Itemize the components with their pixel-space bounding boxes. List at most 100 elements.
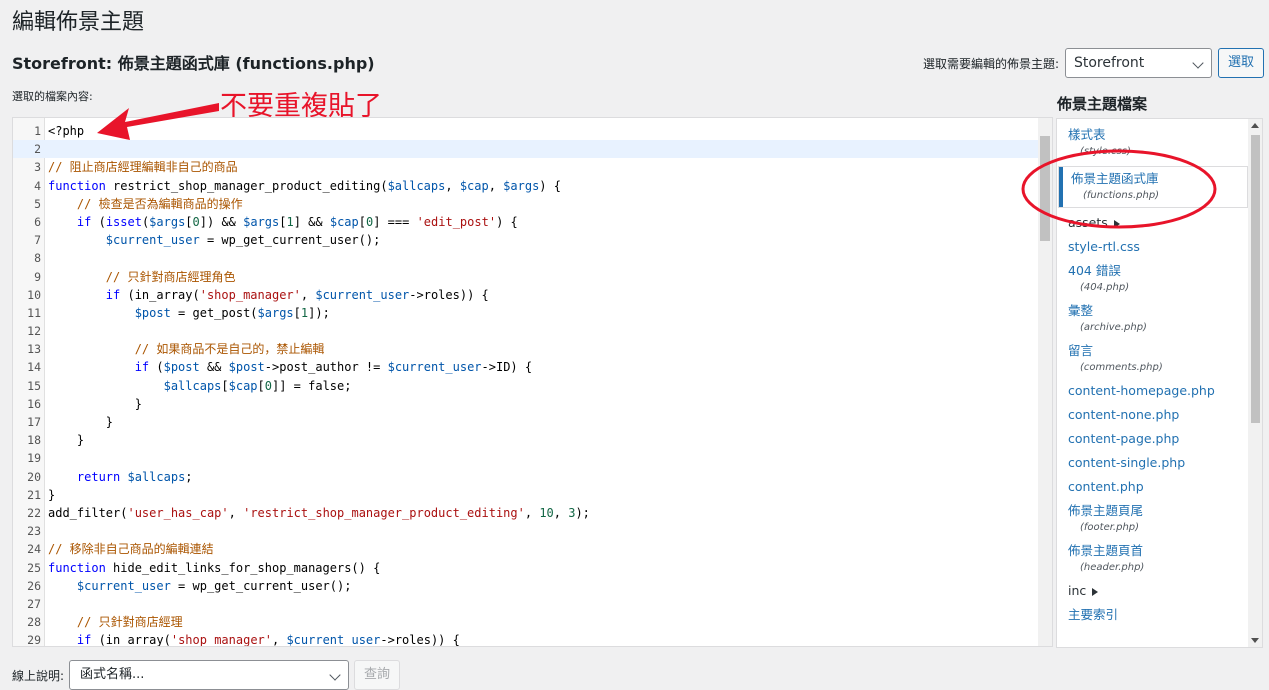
file-name: content-single.php <box>1068 455 1186 470</box>
chevron-down-icon <box>1192 57 1204 69</box>
code-line[interactable]: 13 // 如果商品不是自己的，禁止編輯 <box>13 340 1038 358</box>
line-number: 1 <box>34 124 41 138</box>
code-text: $post = get_post($args[1]); <box>134 305 330 320</box>
code-line[interactable]: 22 add_filter('user_has_cap', 'restrict_s… <box>13 504 1038 522</box>
line-number: 17 <box>27 415 41 429</box>
file-name: 樣式表 <box>1068 127 1106 142</box>
red-arrow-annotation <box>97 103 219 140</box>
code-line[interactable]: 14 if ($post && $post->post_author != $c… <box>13 358 1038 376</box>
line-number: 22 <box>27 505 41 520</box>
code-line[interactable]: 8 <box>13 249 1038 267</box>
file-list-scroll-thumb[interactable] <box>1251 135 1260 423</box>
file-filename: (footer.php) <box>1080 522 1140 533</box>
code-text: if ($post && $post->post_author != $curr… <box>134 360 533 375</box>
line-number: 20 <box>27 469 41 484</box>
file-item[interactable]: content-none.php <box>1057 403 1249 427</box>
code-line[interactable]: 3 // 阻止商店經理編輯非自己的商品 <box>13 158 1038 176</box>
file-item[interactable]: content-homepage.php <box>1057 379 1249 403</box>
scroll-down-icon[interactable] <box>1251 638 1259 643</box>
line-number: 3 <box>34 160 41 175</box>
theme-picker: 選取需要編輯的佈景主題: Storefront 選取 <box>923 48 1264 78</box>
code-line[interactable]: 6 if (isset($args[0]) && $args[1] && $ca… <box>13 213 1038 231</box>
code-line[interactable]: 12 <box>13 322 1038 340</box>
code-text: // 檢查是否為編輯商品的操作 <box>48 196 243 211</box>
line-number: 6 <box>34 214 41 229</box>
line-number: 28 <box>27 615 41 630</box>
code-line[interactable]: 19 <box>13 449 1038 467</box>
file-item[interactable]: content.php <box>1057 475 1249 499</box>
line-number: 19 <box>27 451 41 466</box>
scroll-up-icon[interactable] <box>1251 123 1259 128</box>
file-item[interactable]: 佈景主題頁首 (header.php) <box>1057 539 1249 579</box>
line-number: 23 <box>27 524 41 539</box>
code-text: <?php <box>48 124 85 138</box>
code-line[interactable]: 28 // 只針對商店經理 <box>13 613 1038 631</box>
file-name: 留言 <box>1068 343 1094 358</box>
code-text: function hide_edit_links_for_shop_manage… <box>48 560 381 575</box>
code-line[interactable]: 24 // 移除非自己商品的編輯連結 <box>13 540 1038 558</box>
code-text: } <box>48 433 85 448</box>
code-line[interactable]: 17 } <box>13 413 1038 431</box>
line-number: 9 <box>34 269 41 284</box>
line-number: 8 <box>34 251 41 266</box>
folder-item[interactable]: inc <box>1057 579 1249 603</box>
code-editor[interactable]: 1 <?php 2 3// 阻止商店經理編輯非自己的商品 4 function restr… <box>12 117 1053 647</box>
code-text: } <box>48 487 56 502</box>
file-item[interactable]: 彙整 (archive.php) <box>1057 299 1249 339</box>
code-text: } <box>48 396 142 411</box>
code-line[interactable]: 26 $current_user = wp_get_current_user()… <box>13 577 1038 595</box>
file-item[interactable]: 主要索引 <box>1057 603 1249 627</box>
function-name-select[interactable]: 函式名稱... <box>69 660 350 690</box>
code-text: if (in_array('shop_manager', $current_us… <box>105 287 489 302</box>
selected-file-label: 選取的檔案內容: <box>12 90 93 103</box>
code-text: if (in_array('shop_manager', $current_us… <box>76 633 460 647</box>
line-number: 24 <box>27 542 41 557</box>
code-line[interactable]: 4 function restrict_shop_manager_product_… <box>13 177 1038 195</box>
code-line[interactable]: 20 return $allcaps; <box>13 468 1038 486</box>
line-number: 2 <box>34 142 41 157</box>
theme-select[interactable]: Storefront <box>1064 48 1212 78</box>
code-lines[interactable]: 1 <?php 2 3// 阻止商店經理編輯非自己的商品 4 function restr… <box>13 122 1038 647</box>
code-line[interactable]: 11 $post = get_post($args[1]); <box>13 304 1038 322</box>
line-number: 27 <box>27 596 41 611</box>
code-line[interactable]: 2 <box>13 140 1038 159</box>
file-list-scrollbar[interactable] <box>1248 119 1262 647</box>
code-text: $current_user = wp_get_current_user(); <box>76 578 352 593</box>
code-text: if (isset($args[0]) && $args[1] && $cap[… <box>76 214 518 229</box>
code-line[interactable]: 10 if (in_array('shop_manager', $current… <box>13 286 1038 304</box>
file-item[interactable]: content-single.php <box>1057 451 1249 475</box>
code-line[interactable]: 5 // 檢查是否為編輯商品的操作 <box>13 195 1038 213</box>
red-circle-annotation <box>1021 149 1217 229</box>
file-item[interactable]: 404 錯誤 (404.php) <box>1057 259 1249 299</box>
code-line[interactable]: 27 <box>13 595 1038 613</box>
file-item[interactable]: style-rtl.css <box>1057 235 1249 259</box>
code-text: // 移除非自己商品的編輯連結 <box>48 542 214 557</box>
code-line[interactable]: 9 // 只針對商店經理角色 <box>13 268 1038 286</box>
code-line[interactable]: 25 function hide_edit_links_for_shop_mana… <box>13 559 1038 577</box>
code-line[interactable]: 18 } <box>13 431 1038 449</box>
line-number: 5 <box>34 196 41 211</box>
code-line[interactable]: 23 <box>13 522 1038 540</box>
lookup-button[interactable]: 查詢 <box>354 660 401 690</box>
line-number: 25 <box>27 560 41 575</box>
theme-picker-label: 選取需要編輯的佈景主題: <box>922 56 1059 71</box>
file-item[interactable]: 留言 (comments.php) <box>1057 339 1249 379</box>
line-number: 7 <box>34 233 41 248</box>
code-text: $current_user = wp_get_current_user(); <box>105 233 381 248</box>
file-item[interactable]: 佈景主題頁尾 (footer.php) <box>1057 499 1249 539</box>
file-title: Storefront: 佈景主題函式庫 (functions.php) <box>12 54 375 73</box>
code-line[interactable]: 7 $current_user = wp_get_current_user(); <box>13 231 1038 249</box>
line-number: 11 <box>27 305 41 320</box>
code-line[interactable]: 15 $allcaps[$cap[0]] = false; <box>13 377 1038 395</box>
code-text: // 如果商品不是自己的，禁止編輯 <box>48 342 325 357</box>
line-number: 29 <box>27 633 41 647</box>
code-line[interactable]: 16 } <box>13 395 1038 413</box>
theme-select-value: Storefront <box>1073 55 1145 71</box>
select-theme-button[interactable]: 選取 <box>1217 48 1264 78</box>
code-text: // 只針對商店經理 <box>48 615 183 630</box>
code-text: $allcaps[$cap[0]] = false; <box>163 378 352 393</box>
code-line[interactable]: 29 if (in_array('shop_manager', $current… <box>13 631 1038 647</box>
line-number: 21 <box>27 487 41 502</box>
code-line[interactable]: 21} <box>13 486 1038 504</box>
file-item[interactable]: content-page.php <box>1057 427 1249 451</box>
